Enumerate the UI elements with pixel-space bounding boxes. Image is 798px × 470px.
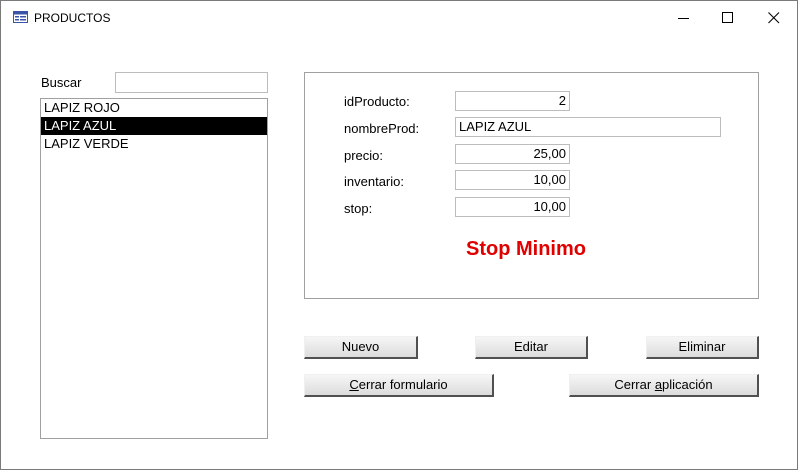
button-label: Cerrar	[614, 377, 655, 392]
list-item[interactable]: LAPIZ VERDE	[41, 135, 267, 153]
eliminar-button[interactable]: Eliminar	[646, 336, 759, 359]
list-item-selected[interactable]: LAPIZ AZUL	[41, 117, 267, 135]
productos-window: PRODUCTOS Buscar LAPIZ ROJO LAPIZ AZUL L…	[0, 0, 798, 470]
window-title: PRODUCTOS	[34, 11, 111, 25]
minimize-button[interactable]	[661, 1, 707, 35]
nuevo-button[interactable]: Nuevo	[304, 336, 418, 359]
stop-minimo-warning: Stop Minimo	[466, 238, 586, 260]
cerrar-aplicacion-button[interactable]: Cerrar aplicación	[569, 374, 759, 397]
button-label: plicación	[662, 377, 713, 392]
id-label: idProducto:	[344, 94, 410, 109]
editar-button[interactable]: Editar	[475, 336, 588, 359]
name-label: nombreProd:	[344, 121, 420, 136]
close-icon	[768, 12, 780, 24]
minimize-icon	[678, 18, 689, 19]
price-label: precio:	[344, 148, 384, 163]
maximize-icon	[722, 12, 733, 23]
form-icon	[13, 11, 28, 23]
stop-field[interactable]: 10,00	[455, 197, 570, 217]
close-button[interactable]	[751, 1, 797, 35]
accelerator-key: C	[349, 377, 359, 392]
search-label: Buscar	[41, 75, 82, 90]
maximize-button[interactable]	[705, 1, 751, 35]
id-field[interactable]: 2	[455, 91, 570, 111]
product-listbox[interactable]: LAPIZ ROJO LAPIZ AZUL LAPIZ VERDE	[40, 98, 268, 439]
search-input[interactable]	[115, 72, 268, 93]
button-label: errar formulario	[358, 377, 448, 392]
inventory-label: inventario:	[344, 174, 404, 189]
list-item[interactable]: LAPIZ ROJO	[41, 99, 267, 117]
cerrar-formulario-button[interactable]: Cerrar formulario	[304, 374, 494, 397]
stop-label: stop:	[344, 201, 373, 216]
name-field[interactable]: LAPIZ AZUL	[455, 117, 721, 137]
inventory-field[interactable]: 10,00	[455, 170, 570, 190]
title-bar[interactable]: PRODUCTOS	[1, 1, 797, 35]
price-field[interactable]: 25,00	[455, 144, 570, 164]
accelerator-key: a	[654, 377, 663, 392]
